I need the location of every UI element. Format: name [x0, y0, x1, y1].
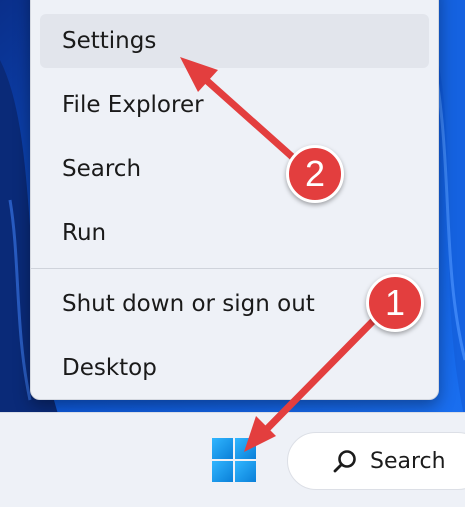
start-button[interactable]: [199, 425, 269, 495]
annotation-badge-2: 2: [286, 145, 344, 203]
search-icon: [333, 450, 356, 473]
menu-item-label: Desktop: [62, 355, 157, 381]
desktop-screen: Settings File Explorer Search Run Shut d…: [0, 0, 465, 507]
start-context-menu: Settings File Explorer Search Run Shut d…: [30, 0, 439, 400]
taskbar-search-label: Search: [370, 449, 446, 474]
menu-item-label: File Explorer: [62, 92, 204, 118]
annotation-badge-1: 1: [366, 274, 424, 332]
menu-item-label: Run: [62, 220, 107, 246]
taskbar-search-box[interactable]: Search: [287, 432, 465, 490]
menu-item-file-explorer[interactable]: File Explorer: [40, 78, 429, 132]
menu-item-label: Search: [62, 156, 142, 182]
annotation-badge-label: 1: [384, 282, 406, 323]
menu-item-settings[interactable]: Settings: [40, 14, 429, 68]
menu-item-search[interactable]: Search: [40, 142, 429, 196]
windows-logo-icon: [212, 438, 256, 482]
menu-item-desktop[interactable]: Desktop: [40, 341, 429, 395]
menu-item-run[interactable]: Run: [40, 206, 429, 260]
menu-divider: [31, 268, 438, 269]
annotation-badge-label: 2: [304, 153, 326, 194]
menu-item-label: Settings: [62, 28, 157, 54]
menu-item-label: Shut down or sign out: [62, 291, 315, 317]
